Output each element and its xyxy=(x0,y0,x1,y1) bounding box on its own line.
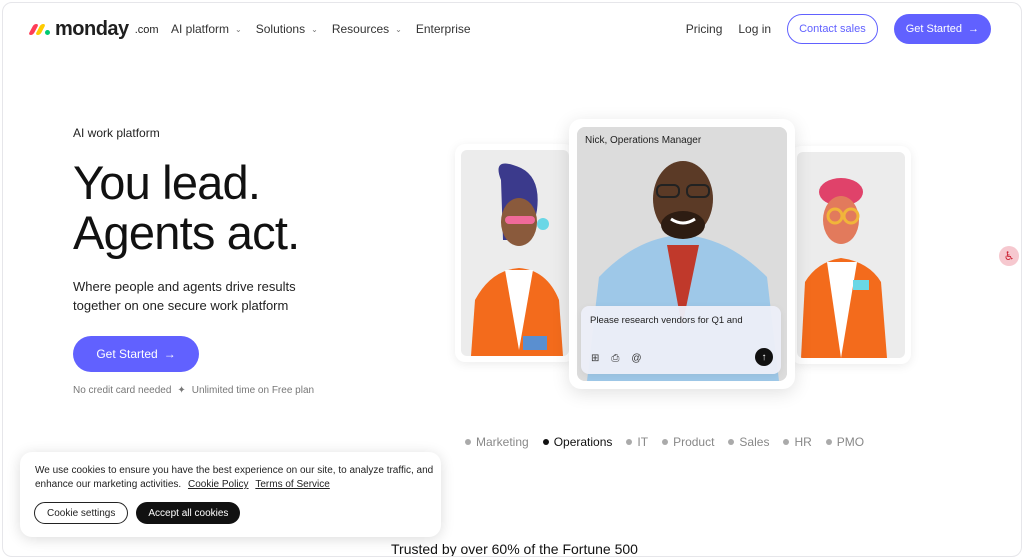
chevron-down-icon: ⌄ xyxy=(395,24,402,34)
trusted-heading: Trusted by over 60% of the Fortune 500 xyxy=(391,541,638,557)
contact-sales-button[interactable]: Contact sales xyxy=(787,14,878,44)
main-nav: AI platform ⌄ Solutions ⌄ Resources ⌄ Enter… xyxy=(171,22,471,36)
nav-label: Enterprise xyxy=(415,22,471,36)
agent-illustration-right xyxy=(797,152,905,358)
nav-resources[interactable]: Resources ⌄ xyxy=(332,22,402,36)
tab-label: PMO xyxy=(836,435,865,449)
mention-icon[interactable]: @ xyxy=(631,353,641,364)
hero-headline: You lead. Agents act. xyxy=(73,156,300,259)
cookie-policy-link[interactable]: Cookie Policy xyxy=(188,479,249,490)
apps-icon[interactable]: ⊞ xyxy=(591,353,599,364)
terms-of-service-link[interactable]: Terms of Service xyxy=(255,479,329,490)
monday-logo[interactable]: monday .com xyxy=(28,18,159,41)
tab-label: Product xyxy=(673,435,715,449)
bullet-icon xyxy=(662,439,669,445)
tab-marketing[interactable]: Marketing xyxy=(465,435,529,449)
agent-card-left xyxy=(455,144,575,362)
prompt-toolbar: ⊞ ⎙ @ xyxy=(591,353,642,364)
headline-line-1: You lead. xyxy=(73,156,261,209)
tab-pmo[interactable]: PMO xyxy=(825,435,865,449)
tab-operations[interactable]: Operations xyxy=(542,435,613,449)
chevron-down-icon: ⌄ xyxy=(311,24,318,34)
arrow-right-icon: → xyxy=(163,347,176,361)
category-tabs: Marketing Operations IT Product Sales HR… xyxy=(465,435,864,449)
agent-card-right xyxy=(791,146,911,364)
agent-character-icon xyxy=(471,163,563,356)
prompt-text: Please research vendors for Q1 and xyxy=(590,315,743,326)
header-get-started-button[interactable]: Get Started → xyxy=(893,14,991,44)
send-arrow-icon[interactable]: ↑ xyxy=(755,348,773,366)
login-link[interactable]: Log in xyxy=(738,22,771,36)
nav-ai-platform[interactable]: AI platform ⌄ xyxy=(171,22,242,36)
attachment-icon[interactable]: ⎙ xyxy=(611,353,619,364)
header-actions: Pricing Log in Contact sales Get Started… xyxy=(686,14,991,44)
hero-subtitle: Where people and agents drive results to… xyxy=(73,279,296,313)
agent-character-icon xyxy=(801,178,887,358)
tab-it[interactable]: IT xyxy=(626,435,648,449)
nav-label: Resources xyxy=(331,22,390,36)
bullet-icon xyxy=(825,439,832,445)
bullet-icon xyxy=(542,439,549,445)
button-label: Get Started xyxy=(905,23,962,35)
hero-get-started-button[interactable]: Get Started → xyxy=(73,336,199,372)
arrow-right-icon: → xyxy=(968,23,979,35)
agent-illustration-left xyxy=(461,150,569,356)
tab-label: Marketing xyxy=(476,435,529,449)
nav-label: AI platform xyxy=(171,22,230,36)
nav-solutions[interactable]: Solutions ⌄ xyxy=(256,22,318,36)
tab-label: HR xyxy=(794,435,812,449)
nav-label: Solutions xyxy=(255,22,306,36)
cookie-message: We use cookies to ensure you have the be… xyxy=(35,464,435,492)
logo-mark-icon xyxy=(28,24,50,35)
bullet-icon xyxy=(728,439,735,445)
cookie-banner: We use cookies to ensure you have the be… xyxy=(20,452,441,537)
nav-enterprise[interactable]: Enterprise xyxy=(416,22,471,36)
bullet-icon xyxy=(626,439,633,445)
note-no-credit-card: No credit card needed xyxy=(73,385,172,396)
tab-label: Operations xyxy=(553,435,613,449)
note-free-plan: Unlimited time on Free plan xyxy=(191,385,315,396)
bullet-icon xyxy=(783,439,790,445)
headline-line-2: Agents act. xyxy=(73,206,300,259)
tab-label: IT xyxy=(637,435,649,449)
button-label: Get Started xyxy=(96,347,158,361)
sparkle-icon: ✦ xyxy=(177,385,186,396)
hero-eyebrow: AI work platform xyxy=(73,126,160,140)
header: monday .com AI platform ⌄ Solutions ⌄ Resou… xyxy=(3,3,1021,55)
cookie-settings-button[interactable]: Cookie settings xyxy=(34,502,129,524)
person-label: Nick, Operations Manager xyxy=(585,135,702,146)
cookie-actions: Cookie settings Accept all cookies xyxy=(34,502,241,524)
bullet-icon xyxy=(465,439,471,445)
pricing-link[interactable]: Pricing xyxy=(686,22,723,36)
hero-note: No credit card needed ✦ Unlimited time o… xyxy=(73,385,314,396)
tab-product[interactable]: Product xyxy=(662,435,714,449)
logo-suffix: .com xyxy=(134,23,159,36)
tab-sales[interactable]: Sales xyxy=(728,435,769,449)
tab-label: Sales xyxy=(739,435,770,449)
logo-text: monday xyxy=(55,18,129,40)
chevron-down-icon: ⌄ xyxy=(235,24,242,34)
accessibility-icon[interactable]: ♿ xyxy=(999,246,1019,266)
accept-cookies-button[interactable]: Accept all cookies xyxy=(136,502,241,524)
agent-prompt-box[interactable]: Please research vendors for Q1 and ⊞ ⎙ @… xyxy=(581,306,781,374)
tab-hr[interactable]: HR xyxy=(783,435,812,449)
